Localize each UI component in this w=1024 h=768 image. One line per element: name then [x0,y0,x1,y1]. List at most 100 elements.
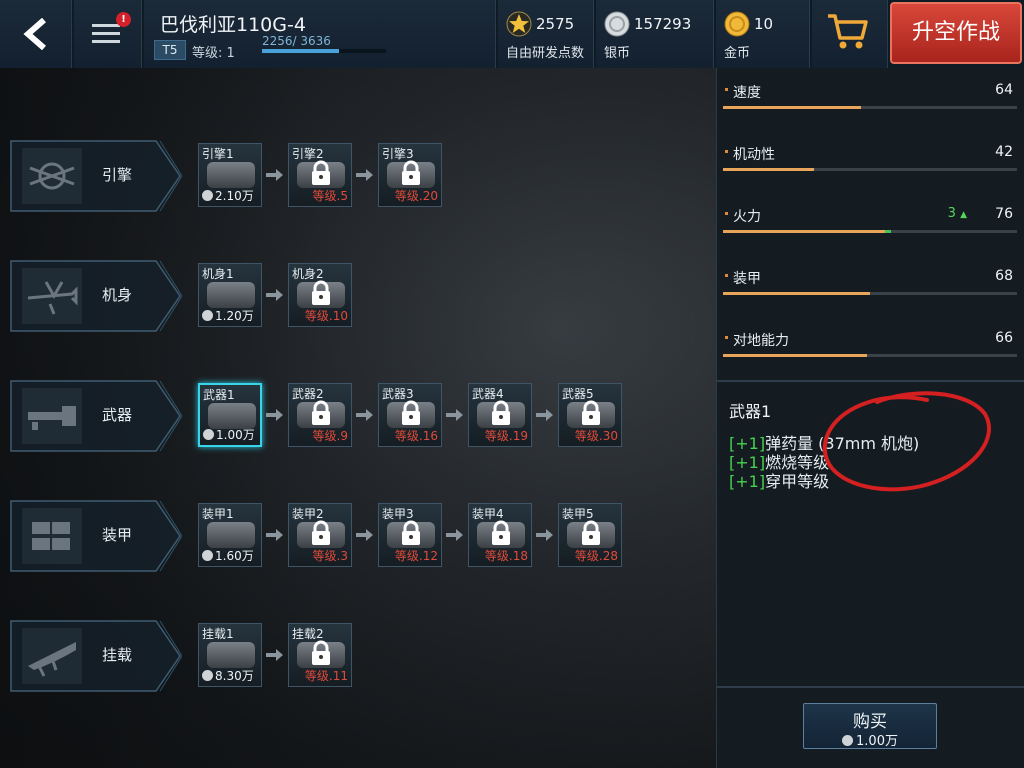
stat-row: 速度 64 [723,74,1017,114]
xp-bar [262,49,386,53]
upgrade-slot[interactable]: 挂载2 等级.11 [288,623,352,687]
sortie-button[interactable]: 升空作战 [890,2,1022,64]
upgrade-slot[interactable]: 武器4 等级.19 [468,383,532,447]
stat-bar [723,354,1017,357]
level-requirement: 等级.3 [312,549,348,563]
upgrade-name: 机身1 [202,267,234,281]
part-image [207,162,255,188]
stat-label: 对地能力 [733,333,789,349]
upgrade-slot[interactable]: 机身1 1.20万 [198,263,262,327]
research-value: 2575 [536,15,575,33]
stat-bar [723,168,1017,171]
stat-value: 64 [995,82,1013,98]
upgrade-slot[interactable]: 武器5 等级.30 [558,383,622,447]
xp-bar-fill [262,49,339,53]
stat-row: 火力 76 3 ▲ [723,198,1017,238]
upgrade-name: 武器1 [203,388,235,402]
category-label: 武器 [102,406,133,424]
stat-bar-fill [723,292,870,295]
upgrade-slot[interactable]: 装甲2 等级.3 [288,503,352,567]
level-requirement: 等级.19 [484,429,528,443]
lock-icon [312,520,330,545]
stat-value: 68 [995,268,1013,284]
stat-bullet [725,150,728,153]
buy-price: 1.00万 [804,730,936,749]
upgrade-slot[interactable]: 挂载1 8.30万 [198,623,262,687]
lock-icon [582,520,600,545]
upgrade-slot[interactable]: 机身2 等级.10 [288,263,352,327]
silver-balance: 157293 银币 [596,0,714,68]
notification-badge: ! [116,12,131,27]
part-image [207,282,255,308]
stat-bar-increase [885,230,891,233]
silver-coin-icon [842,735,854,746]
upgrade-slot[interactable]: 武器2 等级.9 [288,383,352,447]
stat-bar-fill [723,230,885,233]
arrow-right-icon [446,409,463,421]
stat-increase: 3 ▲ [948,206,967,221]
silver-value: 157293 [634,15,692,33]
back-button[interactable] [0,0,72,68]
price-value: 2.10万 [215,189,254,203]
stat-value: 76 [995,206,1013,222]
part-image [207,522,255,548]
arrow-right-icon [266,409,283,421]
upgrade-slot[interactable]: 装甲3 等级.12 [378,503,442,567]
upgrade-slot[interactable]: 武器1 1.00万 [198,383,262,447]
airframe-icon [22,268,82,324]
category-airframe[interactable]: 机身 [10,260,182,332]
up-arrow-icon: ▲ [960,210,967,220]
upgrade-price: 1.20万 [202,307,254,324]
plane-level: 等级: 1 [192,46,235,61]
upgrade-slot[interactable]: 引擎2 等级.5 [288,143,352,207]
effect-bonus: [+1] [729,472,766,491]
engine-icon [22,148,82,204]
upgrade-slot[interactable]: 装甲1 1.60万 [198,503,262,567]
stat-label: 速度 [733,85,761,101]
lock-icon [402,400,420,425]
arrow-right-icon [356,529,373,541]
star-icon [506,11,532,37]
category-armor[interactable]: 装甲 [10,500,182,572]
category-payload[interactable]: 挂载 [10,620,182,692]
xp-text: 2256/ 3636 [262,34,331,48]
silver-label: 银币 [604,46,631,61]
menu-button[interactable]: ! [74,0,142,68]
upgrade-name: 挂载1 [202,627,234,641]
category-engine[interactable]: 引擎 [10,140,182,212]
panel-divider-bottom [717,686,1024,688]
stat-label: 火力 [733,209,761,225]
stat-bar [723,292,1017,295]
arrow-right-icon [356,409,373,421]
silver-coin-icon [203,429,214,440]
effect-line: [+1]穿甲等级 [729,468,829,492]
arrow-right-icon [356,169,373,181]
stat-bullet [725,88,728,91]
stat-label: 机动性 [733,147,775,163]
upgrade-name: 装甲1 [202,507,234,521]
lock-icon [402,160,420,185]
cart-icon [828,14,868,49]
category-label: 机身 [102,286,133,304]
price-value: 1.00万 [216,428,255,442]
upgrade-slot[interactable]: 装甲4 等级.18 [468,503,532,567]
upgrade-slot[interactable]: 装甲5 等级.28 [558,503,622,567]
detail-title: 武器1 [729,402,772,421]
category-weapon[interactable]: 武器 [10,380,182,452]
armor-icon [22,508,82,564]
stat-bar [723,230,1017,233]
stat-value: 42 [995,144,1013,160]
upgrade-slot[interactable]: 引擎1 2.10万 [198,143,262,207]
stat-row: 对地能力 66 [723,322,1017,362]
stat-label: 装甲 [733,271,761,287]
top-bar: ! 巴伐利亚110G-4 T5 等级: 1 2256/ 3636 2575 自由… [0,0,1024,68]
level-requirement: 等级.30 [574,429,618,443]
shop-button[interactable] [812,0,888,68]
silver-coin-icon [604,11,630,37]
arrow-right-icon [266,649,283,661]
upgrade-name: 引擎1 [202,147,234,161]
buy-button[interactable]: 购买 1.00万 [803,703,937,749]
arrow-right-icon [536,409,553,421]
upgrade-slot[interactable]: 引擎3 等级.20 [378,143,442,207]
upgrade-slot[interactable]: 武器3 等级.16 [378,383,442,447]
